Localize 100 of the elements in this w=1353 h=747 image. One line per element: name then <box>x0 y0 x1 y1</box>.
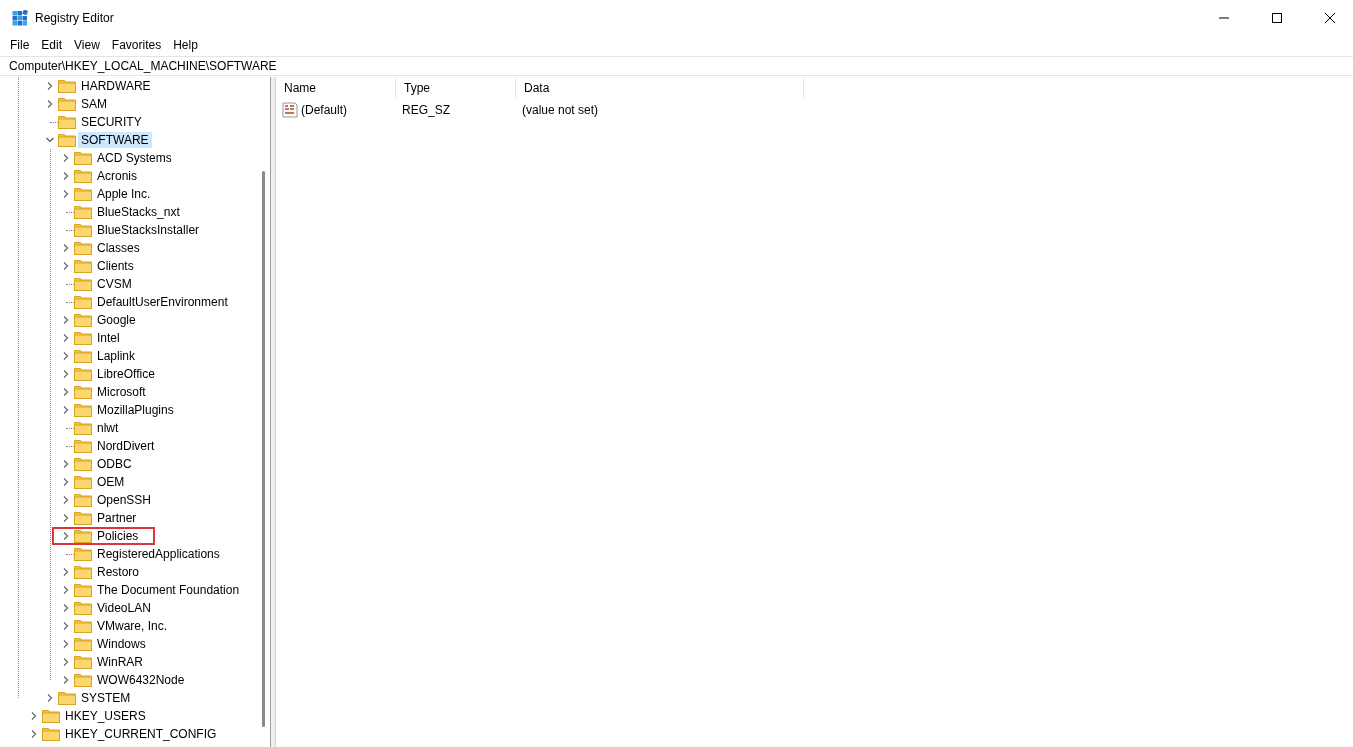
column-header[interactable]: Name <box>276 77 396 99</box>
chevron-icon[interactable] <box>62 622 70 630</box>
tree-item[interactable]: DefaultUserEnvironment <box>94 294 231 310</box>
folder-icon <box>74 169 92 183</box>
chevron-icon[interactable] <box>62 406 70 414</box>
chevron-icon[interactable] <box>62 586 70 594</box>
address-field[interactable]: Computer\HKEY_LOCAL_MACHINE\SOFTWARE <box>0 56 1353 76</box>
tree-item[interactable]: RegisteredApplications <box>94 546 223 562</box>
chevron-icon[interactable] <box>62 640 70 648</box>
tree-item[interactable]: HKEY_CURRENT_CONFIG <box>62 726 220 742</box>
tree-item[interactable]: SYSTEM <box>78 690 134 706</box>
tree-item[interactable]: Partner <box>94 510 140 526</box>
column-header[interactable]: Type <box>396 77 516 99</box>
folder-icon <box>42 709 60 723</box>
maximize-icon <box>1272 13 1282 23</box>
folder-icon <box>74 241 92 255</box>
chevron-icon[interactable] <box>46 100 54 108</box>
chevron-icon[interactable] <box>62 532 70 540</box>
folder-icon <box>74 475 92 489</box>
tree-item[interactable]: Acronis <box>94 168 140 184</box>
chevron-icon[interactable] <box>62 514 70 522</box>
tree-item[interactable]: Google <box>94 312 139 328</box>
chevron-icon[interactable] <box>62 244 70 252</box>
folder-icon <box>74 313 92 327</box>
value-type: REG_SZ <box>402 103 450 117</box>
tree-item[interactable]: WinRAR <box>94 654 146 670</box>
tree-item[interactable]: Laplink <box>94 348 139 364</box>
menu-item[interactable]: Help <box>167 36 204 54</box>
folder-icon <box>74 547 92 561</box>
folder-icon <box>74 205 92 219</box>
tree-item[interactable]: WOW6432Node <box>94 672 188 688</box>
chevron-icon[interactable] <box>46 82 54 90</box>
chevron-icon[interactable] <box>62 658 70 666</box>
tree-item[interactable]: VMware, Inc. <box>94 618 171 634</box>
tree-item[interactable]: Clients <box>94 258 137 274</box>
chevron-icon[interactable] <box>62 262 70 270</box>
chevron-icon[interactable] <box>62 352 70 360</box>
tree-item[interactable]: OpenSSH <box>94 492 155 508</box>
tree-item[interactable]: HKEY_USERS <box>62 708 149 724</box>
tree-item[interactable]: Intel <box>94 330 123 346</box>
tree-item[interactable]: HARDWARE <box>78 78 154 94</box>
chevron-icon[interactable] <box>62 190 70 198</box>
folder-icon <box>58 115 76 129</box>
chevron-icon[interactable] <box>62 568 70 576</box>
chevron-icon[interactable] <box>62 496 70 504</box>
tree-item[interactable]: MozillaPlugins <box>94 402 177 418</box>
chevron-icon[interactable] <box>62 370 70 378</box>
tree-item[interactable]: SAM <box>78 96 110 112</box>
registry-icon <box>12 10 28 26</box>
window-title: Registry Editor <box>35 11 115 25</box>
close-icon <box>1325 13 1335 23</box>
chevron-icon[interactable] <box>62 334 70 342</box>
tree-item[interactable]: Policies <box>94 528 142 544</box>
folder-icon <box>74 403 92 417</box>
tree-item[interactable]: OEM <box>94 474 128 490</box>
tree-item[interactable]: ACD Systems <box>94 150 175 166</box>
folder-icon <box>74 565 92 579</box>
tree-item[interactable]: SECURITY <box>78 114 145 130</box>
tree-item[interactable]: LibreOffice <box>94 366 158 382</box>
folder-icon <box>74 457 92 471</box>
string-value-icon <box>282 102 298 118</box>
scrollbar[interactable] <box>262 171 265 727</box>
tree-item[interactable]: nlwt <box>94 420 122 436</box>
menu-item[interactable]: File <box>4 36 36 54</box>
tree-item[interactable]: Windows <box>94 636 149 652</box>
folder-icon <box>74 511 92 525</box>
folder-icon <box>74 367 92 381</box>
tree-item[interactable]: ODBC <box>94 456 135 472</box>
folder-icon <box>74 439 92 453</box>
chevron-icon[interactable] <box>62 478 70 486</box>
folder-icon <box>74 331 92 345</box>
tree-item[interactable]: VideoLAN <box>94 600 154 616</box>
chevron-icon[interactable] <box>30 712 38 720</box>
tree-item[interactable]: Restoro <box>94 564 143 580</box>
chevron-icon[interactable] <box>62 460 70 468</box>
chevron-icon[interactable] <box>62 604 70 612</box>
tree-item[interactable]: CVSM <box>94 276 135 292</box>
chevron-icon[interactable] <box>46 694 54 702</box>
folder-icon <box>74 619 92 633</box>
chevron-icon[interactable] <box>46 136 54 144</box>
tree-item[interactable]: NordDivert <box>94 438 158 454</box>
chevron-icon[interactable] <box>62 316 70 324</box>
tree-item[interactable]: BlueStacks_nxt <box>94 204 183 220</box>
tree-item[interactable]: The Document Foundation <box>94 582 243 598</box>
tree-item[interactable]: BlueStacksInstaller <box>94 222 203 238</box>
tree-item[interactable]: Classes <box>94 240 143 256</box>
chevron-icon[interactable] <box>62 172 70 180</box>
menu-item[interactable]: Edit <box>35 36 69 54</box>
chevron-icon[interactable] <box>62 676 70 684</box>
folder-icon <box>74 349 92 363</box>
chevron-icon[interactable] <box>62 154 70 162</box>
chevron-icon[interactable] <box>62 388 70 396</box>
menu-item[interactable]: View <box>68 36 106 54</box>
menu-item[interactable]: Favorites <box>105 36 168 54</box>
tree-item[interactable]: Microsoft <box>94 384 149 400</box>
tree-item[interactable]: SOFTWARE <box>78 132 152 148</box>
folder-icon <box>74 187 92 201</box>
column-header[interactable]: Data <box>516 77 804 99</box>
chevron-icon[interactable] <box>30 730 38 738</box>
tree-item[interactable]: Apple Inc. <box>94 186 154 202</box>
